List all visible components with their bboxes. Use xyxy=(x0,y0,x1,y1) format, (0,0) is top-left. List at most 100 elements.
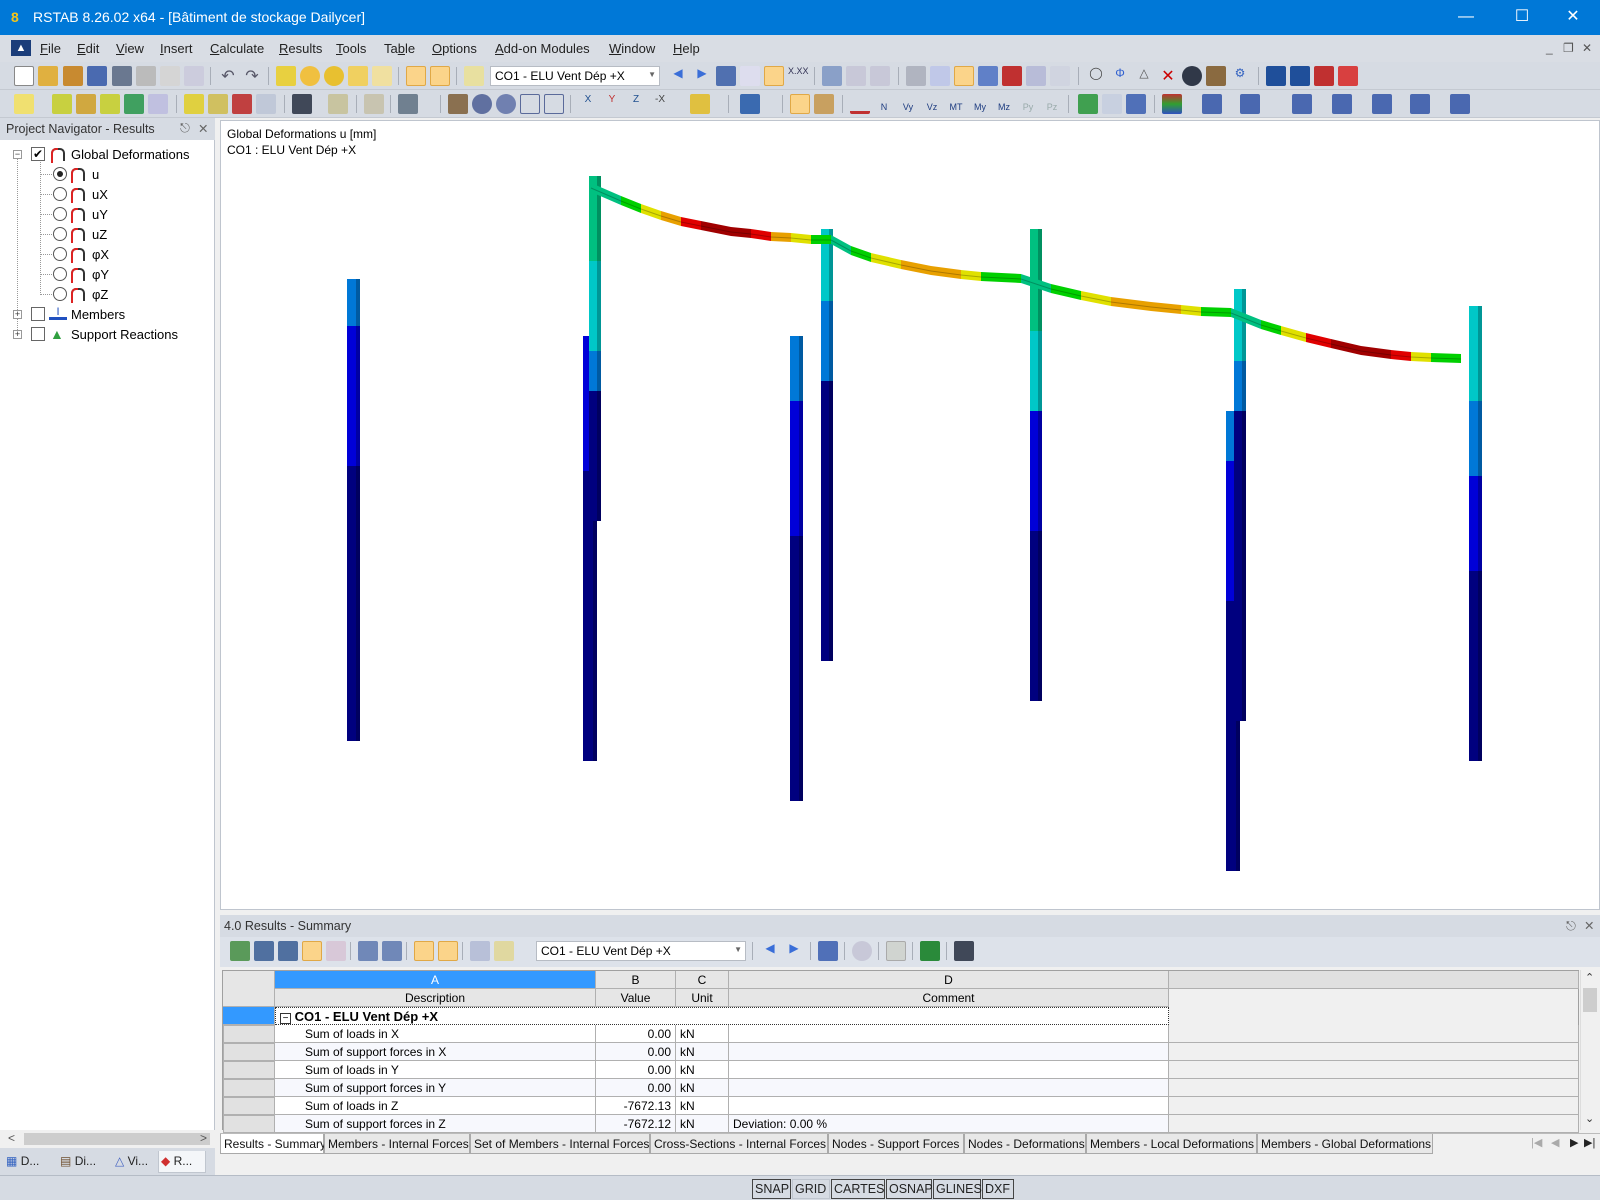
value-cell[interactable]: -7672.13 xyxy=(596,1097,676,1115)
gears-icon[interactable]: ⚙ xyxy=(1230,66,1250,86)
display-type-1-icon[interactable] xyxy=(1202,94,1222,114)
results-load-case-combo[interactable]: CO1 - ELU Vent Dép +X ▼ xyxy=(536,941,746,961)
zoom-icon[interactable] xyxy=(472,94,492,114)
members-checkbox[interactable] xyxy=(31,307,45,321)
table-next-icon[interactable] xyxy=(382,941,402,961)
menu-file[interactable]: File xyxy=(40,41,61,56)
view-minus-x-icon[interactable]: -X xyxy=(650,94,670,114)
comment-icon[interactable] xyxy=(328,94,348,114)
document-system-menu-icon[interactable]: ▲ xyxy=(11,40,31,56)
column-a-letter[interactable]: A xyxy=(275,971,596,989)
member-deformation-icon[interactable] xyxy=(1102,94,1122,114)
radio-uy[interactable] xyxy=(53,207,67,221)
pin-icon[interactable]: ⎋ xyxy=(180,121,190,136)
radio-phiz[interactable] xyxy=(53,287,67,301)
calculator-icon[interactable] xyxy=(954,941,974,961)
tree-option-phiz[interactable]: φZ xyxy=(40,284,190,304)
unit-cell[interactable]: kN xyxy=(676,1079,729,1097)
table-previous-icon[interactable] xyxy=(358,941,378,961)
settings-icon[interactable] xyxy=(1206,66,1226,86)
zoom-all-icon[interactable] xyxy=(496,94,516,114)
tab-nodes-support-forces[interactable]: Nodes - Support Forces xyxy=(828,1134,964,1154)
scroll-thumb[interactable] xyxy=(24,1133,210,1145)
next-tab-icon[interactable]: ▶ xyxy=(1570,1136,1578,1149)
guideline-icon[interactable] xyxy=(364,94,384,114)
column-b-letter[interactable]: B xyxy=(596,971,676,989)
tree-item-members[interactable]: + I Members xyxy=(0,304,215,324)
grid-icon[interactable] xyxy=(906,66,926,86)
force-vy-icon[interactable]: Vy xyxy=(898,94,918,114)
results-filter-icon[interactable] xyxy=(818,941,838,961)
unit-cell[interactable]: kN xyxy=(676,1115,729,1133)
filter-icon[interactable] xyxy=(1050,66,1070,86)
render-lines-icon[interactable] xyxy=(1026,66,1046,86)
scroll-up-icon[interactable]: ⌃ xyxy=(1585,971,1594,984)
menu-help[interactable]: Help xyxy=(673,41,700,56)
navigator-tab-display[interactable]: ▤ Di... xyxy=(58,1151,98,1173)
row-header[interactable] xyxy=(223,1061,275,1079)
undo-icon[interactable]: ↶ xyxy=(218,66,238,86)
deformation-display-icon[interactable] xyxy=(790,94,810,114)
navigator-horizontal-scrollbar[interactable]: < > xyxy=(0,1130,215,1148)
tab-nodes-deformations[interactable]: Nodes - Deformations xyxy=(964,1134,1086,1154)
unit-cell[interactable]: kN xyxy=(676,1061,729,1079)
document-close-button[interactable]: ✕ xyxy=(1582,41,1592,55)
description-cell[interactable]: Sum of support forces in X xyxy=(275,1043,596,1061)
table-select-icon[interactable] xyxy=(438,941,458,961)
moment-mz-icon[interactable]: Mz xyxy=(994,94,1014,114)
pdf-export-icon[interactable] xyxy=(1314,66,1334,86)
force-vz-icon[interactable]: Vz xyxy=(922,94,942,114)
tree-option-phiy[interactable]: φY xyxy=(40,264,190,284)
navigator-tab-views[interactable]: △ Vi... xyxy=(113,1151,150,1173)
description-cell[interactable]: Sum of loads in X xyxy=(275,1025,596,1043)
table-settings-icon[interactable] xyxy=(494,941,514,961)
row-header[interactable] xyxy=(223,1043,275,1061)
global-deformations-checkbox[interactable]: ✔ xyxy=(31,147,45,161)
save-icon[interactable] xyxy=(112,66,132,86)
rotate-icon[interactable]: Φ xyxy=(1110,66,1130,86)
member-axes-icon[interactable] xyxy=(850,94,870,114)
row-header-selected[interactable] xyxy=(223,1007,275,1025)
column-d-letter[interactable]: D xyxy=(729,971,1169,989)
color-scale-icon[interactable] xyxy=(1162,94,1182,114)
section-view-icon[interactable] xyxy=(846,66,866,86)
tables-toggle-icon[interactable] xyxy=(430,66,450,86)
hinge-icon[interactable] xyxy=(148,94,168,114)
zoom-target-icon[interactable] xyxy=(324,66,344,86)
previous-tab-icon[interactable]: ◀ xyxy=(1551,1136,1559,1149)
results-previous-icon[interactable]: ◀ xyxy=(760,941,780,961)
comment-cell[interactable] xyxy=(729,1061,1169,1079)
comment-cell[interactable]: Deviation: 0.00 % xyxy=(729,1115,1169,1133)
table-insert-row-icon[interactable] xyxy=(254,941,274,961)
expand-icon[interactable]: + xyxy=(13,310,22,319)
row-header[interactable] xyxy=(223,1025,275,1043)
display-option-1-icon[interactable] xyxy=(1292,94,1312,114)
snap-grid-icon[interactable] xyxy=(930,66,950,86)
status-toggle-snap[interactable]: SNAP xyxy=(752,1179,791,1199)
comment-cell[interactable] xyxy=(729,1079,1169,1097)
comment-cell[interactable] xyxy=(729,1025,1169,1043)
tree-option-phix[interactable]: φX xyxy=(40,244,190,264)
menu-tools[interactable]: Tools xyxy=(336,41,366,56)
nodal-support-icon[interactable] xyxy=(232,94,252,114)
results-info-icon[interactable] xyxy=(852,941,872,961)
previous-load-case-icon[interactable]: ◀ xyxy=(668,66,688,86)
tree-item-global-deformations[interactable]: − ✔ Global Deformations xyxy=(0,144,215,164)
value-cell[interactable]: 0.00 xyxy=(596,1079,676,1097)
tab-members-local-deformations[interactable]: Members - Local Deformations xyxy=(1086,1134,1257,1154)
info-icon[interactable] xyxy=(1182,66,1202,86)
tab-members-global-deformations[interactable]: Members - Global Deformations xyxy=(1257,1134,1433,1154)
moment-mt-icon[interactable]: MT xyxy=(946,94,966,114)
menu-results[interactable]: Results xyxy=(279,41,322,56)
first-tab-icon[interactable]: |◀ xyxy=(1531,1136,1542,1149)
nodal-release-icon[interactable] xyxy=(256,94,276,114)
moment-my-icon[interactable]: My xyxy=(970,94,990,114)
new-node-icon[interactable] xyxy=(14,94,34,114)
show-values-icon[interactable] xyxy=(740,66,760,86)
document-restore-button[interactable]: ❐ xyxy=(1563,41,1574,55)
new-member-icon[interactable] xyxy=(52,94,72,114)
delete-icon[interactable]: ✕ xyxy=(1158,66,1178,86)
pin-icon[interactable]: ⎋ xyxy=(1566,919,1576,934)
value-cell[interactable]: 0.00 xyxy=(596,1061,676,1079)
collapse-icon[interactable]: − xyxy=(280,1013,291,1024)
